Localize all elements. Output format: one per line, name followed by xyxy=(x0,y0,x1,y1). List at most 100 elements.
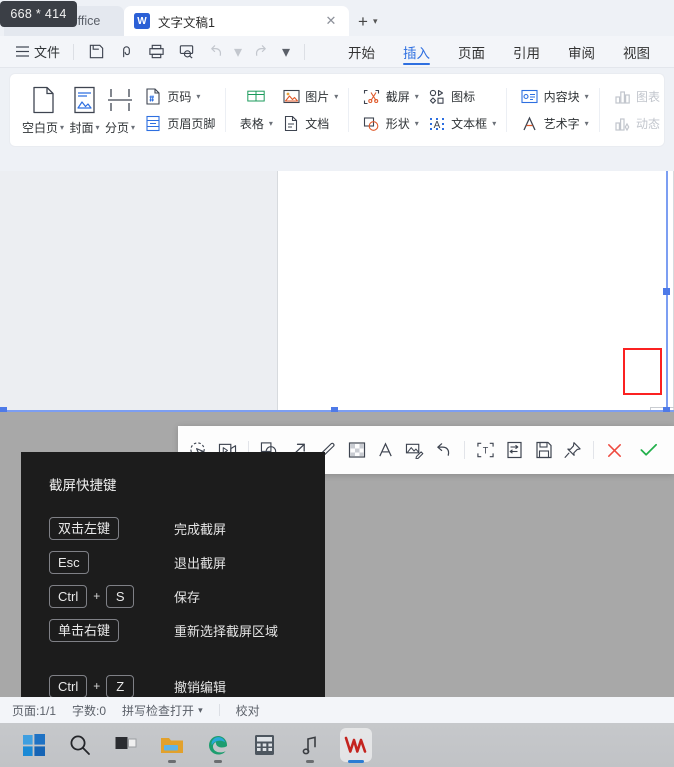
shortcut-row-reselect: 单击右键 重新选择截屏区域 xyxy=(49,618,325,642)
plus-icon[interactable]: + xyxy=(358,13,368,30)
file-explorer-button[interactable] xyxy=(156,728,188,763)
mosaic-tool-icon[interactable] xyxy=(342,435,371,465)
chevron-down-icon[interactable]: ▾ xyxy=(585,92,589,101)
cancel-icon[interactable] xyxy=(600,435,629,465)
print-preview-icon[interactable] xyxy=(171,39,201,65)
header-footer-icon xyxy=(144,115,162,133)
page-number-label: 页码 xyxy=(167,90,192,104)
chevron-down-icon[interactable]: ▾ xyxy=(415,92,419,101)
confirm-icon[interactable] xyxy=(629,435,667,465)
insert-wordart-button[interactable]: 艺术字 ▾ xyxy=(521,114,589,134)
start-button[interactable] xyxy=(18,728,50,762)
ribbon-group-content-block: 内容块 ▾ 艺术字 ▾ xyxy=(521,87,589,134)
insert-content-block-button[interactable]: 内容块 ▾ xyxy=(521,87,589,107)
tab-document[interactable]: W 文字文稿1 ✕ xyxy=(124,6,349,36)
insert-cover-button[interactable]: 封面 ▾ xyxy=(69,85,100,136)
hamburger-icon xyxy=(16,46,29,57)
chevron-down-icon[interactable]: ▾ xyxy=(60,123,64,132)
document-label: 文档 xyxy=(305,117,330,131)
undo-icon[interactable] xyxy=(201,39,231,65)
divider xyxy=(593,441,594,459)
ribbon-tab-insert[interactable]: 插入 xyxy=(389,37,444,67)
insert-page-break-button[interactable]: 分页 ▾ xyxy=(105,85,135,136)
ribbon-tab-page[interactable]: 页面 xyxy=(444,37,499,67)
insert-screenshot-button[interactable]: 截屏 ▾ xyxy=(363,87,419,107)
plus-symbol: + xyxy=(93,589,101,603)
task-view-button[interactable] xyxy=(110,728,142,762)
chevron-down-icon[interactable]: ▾ xyxy=(334,92,338,101)
ocr-extract-icon[interactable]: T xyxy=(471,435,500,465)
page-number-icon xyxy=(144,88,162,106)
chevron-down-icon[interactable]: ▾ xyxy=(492,119,496,128)
ribbon-tab-reference[interactable]: 引用 xyxy=(499,37,554,67)
chevron-down-icon[interactable]: ▾ xyxy=(131,123,135,132)
file-menu-button[interactable]: 文件 xyxy=(10,42,66,61)
ribbon-group-page-number: 页码 ▾ 页眉页脚 xyxy=(144,87,215,134)
redo-icon[interactable] xyxy=(245,39,275,65)
status-bar: 页面:1/1 字数:0 拼写检查打开 ▾ 校对 xyxy=(0,697,674,723)
ribbon-group-table: 表格 ▾ xyxy=(240,87,273,134)
key-cap: S xyxy=(106,584,135,608)
insert-textbox-button[interactable]: A 文本框 ▾ xyxy=(428,114,496,134)
wps-office-button[interactable] xyxy=(340,728,372,763)
save-icon[interactable] xyxy=(81,39,111,65)
chevron-down-icon[interactable]: ▾ xyxy=(585,119,589,128)
shortcut-desc: 退出截屏 xyxy=(174,555,227,571)
chevron-down-icon[interactable]: ▾ xyxy=(415,119,419,128)
insert-page-number-button[interactable]: 页码 ▾ xyxy=(144,87,215,107)
chevron-down-icon[interactable]: ▾ xyxy=(196,92,200,101)
status-proofread[interactable]: 校对 xyxy=(236,702,260,719)
music-app-button[interactable] xyxy=(294,728,326,763)
insert-table-label-row[interactable]: 表格 ▾ xyxy=(240,114,273,134)
pin-icon[interactable] xyxy=(558,435,587,465)
insert-shapes-button[interactable]: 形状 ▾ xyxy=(363,114,419,134)
insert-blank-page-button[interactable]: 空白页 ▾ xyxy=(22,85,64,136)
save-icon[interactable] xyxy=(529,435,558,465)
chart-icon xyxy=(613,88,631,106)
edge-browser-button[interactable] xyxy=(202,728,234,763)
chevron-down-icon[interactable]: ▾ xyxy=(95,123,99,132)
ribbon-tab-start[interactable]: 开始 xyxy=(334,37,389,67)
key-cap: 单击右键 xyxy=(49,618,120,642)
undo-icon[interactable] xyxy=(429,435,458,465)
ribbon-tab-review[interactable]: 审阅 xyxy=(554,37,609,67)
insert-icon-button[interactable]: 图标 xyxy=(428,87,496,107)
shortcut-desc: 完成截屏 xyxy=(174,521,227,537)
customize-chevron-icon[interactable]: ▾ xyxy=(275,39,297,65)
tab-document-label: 文字文稿1 xyxy=(158,15,215,30)
text-tool-icon[interactable] xyxy=(371,435,400,465)
textbox-label: 文本框 xyxy=(451,117,488,131)
selection-handle-right-middle[interactable] xyxy=(663,288,670,295)
insert-document-button[interactable]: 文档 xyxy=(282,114,338,134)
status-spellcheck[interactable]: 拼写检查打开 ▾ xyxy=(122,702,203,719)
cloud-sync-icon[interactable] xyxy=(111,39,141,65)
image-edit-icon[interactable] xyxy=(400,435,429,465)
key-cap: Esc xyxy=(49,550,89,574)
insert-chart-button: 图表 xyxy=(613,87,660,107)
status-page-count: 页面:1/1 xyxy=(12,703,57,718)
search-button[interactable] xyxy=(64,728,96,762)
icons-label: 图标 xyxy=(451,90,476,104)
menu-bar: 文件 ▾ ▾ 开始 插入 页面 引用 审阅 视图 xyxy=(0,36,674,68)
shortcut-desc: 保存 xyxy=(174,589,201,605)
insert-table-button[interactable] xyxy=(247,87,266,107)
close-icon[interactable]: ✕ xyxy=(323,13,339,29)
word-doc-icon: W xyxy=(134,13,150,29)
wordart-icon xyxy=(521,115,539,133)
picture-label: 图片 xyxy=(305,90,330,104)
blank-page-label: 空白页 xyxy=(22,120,59,135)
document-page[interactable]: 连续按下两次Ctrl键，唤起WPS AI xyxy=(277,171,674,450)
translate-icon[interactable] xyxy=(500,435,529,465)
ribbon-tab-view[interactable]: 视图 xyxy=(609,37,664,67)
undo-dropdown-icon[interactable]: ▾ xyxy=(231,39,245,65)
chevron-down-icon[interactable]: ▾ xyxy=(373,16,378,27)
chevron-down-icon[interactable]: ▾ xyxy=(198,705,203,716)
windows-taskbar xyxy=(0,723,674,767)
running-indicator xyxy=(168,760,176,763)
calculator-button[interactable] xyxy=(248,728,280,762)
insert-picture-button[interactable]: 图片 ▾ xyxy=(282,87,338,107)
insert-header-footer-button[interactable]: 页眉页脚 xyxy=(144,114,215,134)
print-icon[interactable] xyxy=(141,39,171,65)
chevron-down-icon[interactable]: ▾ xyxy=(269,119,273,128)
